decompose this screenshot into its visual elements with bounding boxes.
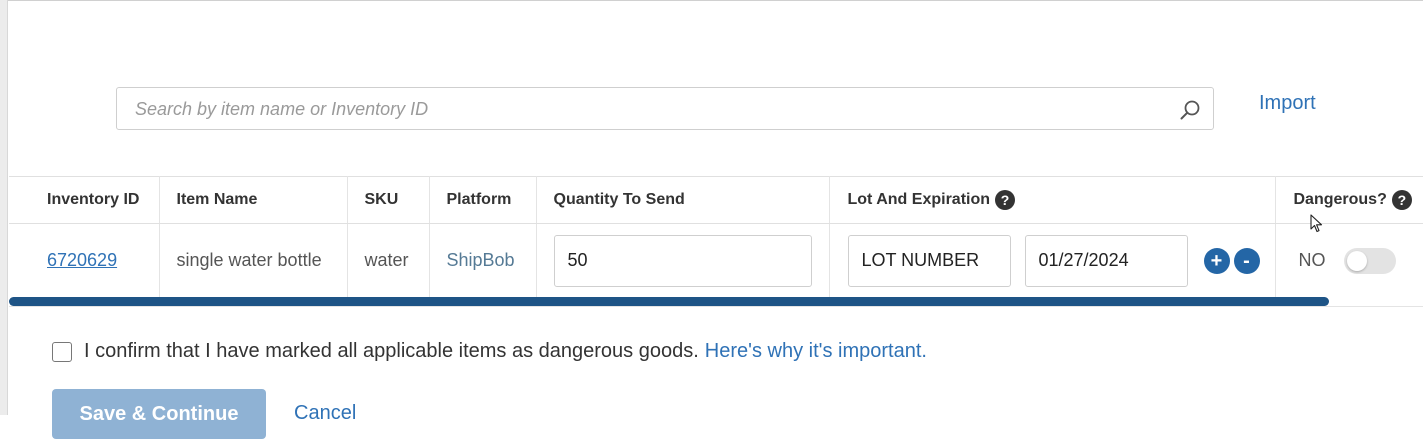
header-sku: SKU	[347, 176, 430, 224]
add-lot-button[interactable]: +	[1203, 247, 1230, 274]
confirm-checkbox[interactable]	[52, 341, 72, 362]
why-important-link[interactable]: Here's why it's important.	[705, 340, 927, 363]
table-bottom-border	[9, 306, 1423, 307]
table-header-row: Inventory ID Item Name SKU Platform Quan…	[9, 176, 1423, 224]
cell-dangerous: NO	[1275, 224, 1423, 298]
mouse-cursor-icon	[1310, 214, 1323, 233]
search-icon[interactable]	[1179, 99, 1201, 121]
header-dangerous: Dangerous? ?	[1275, 176, 1423, 224]
search-box[interactable]	[116, 87, 1214, 131]
lot-help-icon[interactable]: ?	[995, 190, 1016, 210]
header-quantity: Quantity To Send	[536, 176, 830, 224]
top-border	[0, 0, 1423, 1]
cell-lot-expiration: + -	[829, 223, 1276, 298]
remove-lot-button[interactable]: -	[1233, 247, 1260, 274]
platform-text: ShipBob	[446, 250, 515, 271]
confirm-text: I confirm that I have marked all applica…	[84, 340, 699, 362]
cell-quantity	[536, 223, 830, 298]
toggle-knob	[1346, 250, 1367, 271]
dangerous-value: NO	[1298, 250, 1326, 271]
table-row: 6720629 single water bottle water ShipBo…	[9, 223, 1423, 298]
header-platform: Platform	[429, 176, 537, 224]
cell-sku: water	[347, 223, 430, 298]
horizontal-scrollbar[interactable]	[9, 297, 1329, 306]
header-lot-expiration: Lot And Expiration ?	[829, 176, 1276, 224]
header-dangerous-label: Dangerous?	[1293, 191, 1387, 208]
quantity-input[interactable]	[553, 234, 812, 287]
inventory-id-link[interactable]: 6720629	[47, 250, 117, 271]
expiration-date-input[interactable]	[1024, 234, 1188, 287]
inventory-table: Inventory ID Item Name SKU Platform Quan…	[9, 176, 1423, 308]
cell-inventory-id: 6720629	[9, 223, 160, 298]
search-input[interactable]	[133, 88, 1177, 131]
dangerous-help-icon[interactable]: ?	[1391, 190, 1412, 210]
cancel-link[interactable]: Cancel	[294, 402, 356, 425]
dangerous-goods-confirmation: I confirm that I have marked all applica…	[52, 340, 927, 363]
left-rail	[0, 0, 8, 415]
import-link[interactable]: Import	[1259, 92, 1316, 115]
header-lot-label: Lot And Expiration	[847, 191, 991, 208]
header-inventory-id: Inventory ID	[9, 176, 160, 224]
cell-platform: ShipBob	[429, 223, 537, 298]
cell-item-name: single water bottle	[159, 223, 348, 298]
dangerous-toggle[interactable]	[1343, 247, 1396, 274]
lot-number-input[interactable]	[847, 234, 1011, 287]
header-item-name: Item Name	[159, 176, 348, 224]
save-continue-button[interactable]: Save & Continue	[52, 389, 266, 439]
